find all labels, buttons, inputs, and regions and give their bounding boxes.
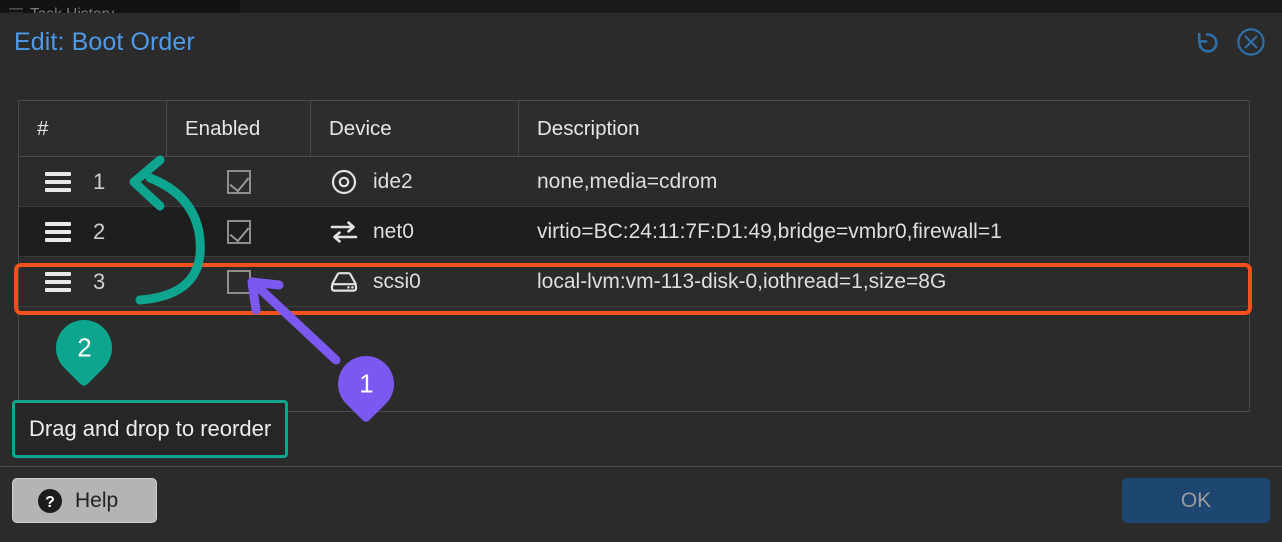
dialog-footer: ? Help OK: [0, 466, 1282, 542]
row-index-cell: 1: [19, 157, 167, 206]
device-name: net0: [373, 219, 414, 243]
dialog-header: Edit: Boot Order: [0, 13, 1282, 71]
svg-text:?: ?: [45, 494, 55, 511]
ok-label: OK: [1180, 488, 1212, 512]
row-index-cell: 3: [19, 257, 167, 306]
row-index-label: 2: [93, 218, 106, 244]
column-header-enabled[interactable]: Enabled: [167, 101, 311, 156]
harddisk-icon: [329, 267, 359, 297]
edit-boot-order-dialog: Edit: Boot Order # Enabled Device Descri…: [0, 13, 1282, 542]
row-enabled-cell: [167, 257, 311, 306]
table-header-row: # Enabled Device Description: [19, 101, 1249, 157]
row-enabled-cell: [167, 207, 311, 256]
column-header-index[interactable]: #: [19, 101, 167, 156]
boot-order-table: # Enabled Device Description 1 ide2 none…: [18, 100, 1250, 412]
close-circle-icon: [1237, 28, 1265, 56]
row-index-cell: 2: [19, 207, 167, 256]
reset-button[interactable]: [1192, 27, 1222, 57]
row-description: none,media=cdrom: [537, 169, 718, 193]
cdrom-icon: [329, 167, 359, 197]
dialog-header-tools: [1192, 27, 1266, 57]
drag-handle-icon[interactable]: [45, 221, 71, 242]
drag-handle-icon[interactable]: [45, 171, 71, 192]
row-enabled-cell: [167, 157, 311, 206]
enabled-checkbox[interactable]: [227, 169, 251, 194]
enabled-checkbox[interactable]: [227, 269, 251, 294]
row-description: virtio=BC:24:11:7F:D1:49,bridge=vmbr0,fi…: [537, 219, 1002, 243]
row-device-cell: scsi0: [311, 257, 519, 306]
row-device-cell: ide2: [311, 157, 519, 206]
close-button[interactable]: [1236, 27, 1266, 57]
screen: Task History Edit: Boot Order: [0, 0, 1282, 542]
question-circle-icon: ?: [38, 488, 62, 513]
column-header-device[interactable]: Device: [311, 101, 519, 156]
row-index-label: 1: [93, 168, 106, 194]
help-button[interactable]: ? Help: [12, 478, 157, 523]
row-device-cell: net0: [311, 207, 519, 256]
ok-button[interactable]: OK: [1122, 478, 1270, 523]
table-row[interactable]: 1 ide2 none,media=cdrom: [19, 157, 1249, 207]
dialog-title: Edit: Boot Order: [14, 27, 195, 56]
network-icon: [329, 217, 359, 247]
enabled-checkbox[interactable]: [227, 219, 251, 244]
column-header-description[interactable]: Description: [519, 101, 1249, 156]
row-description: local-lvm:vm-113-disk-0,iothread=1,size=…: [537, 269, 947, 293]
device-name: ide2: [373, 169, 413, 193]
row-index-label: 3: [93, 268, 106, 294]
drag-handle-icon[interactable]: [45, 271, 71, 292]
help-label: Help: [75, 488, 119, 512]
table-row[interactable]: 2 net0 virtio=BC:24:11:7F:D1:49,bridge=v…: [19, 207, 1249, 257]
undo-icon: [1197, 32, 1218, 53]
device-name: scsi0: [373, 269, 421, 293]
table-row[interactable]: 3 scsi0 local-lvm:vm-113-disk-0,iothread…: [19, 257, 1249, 307]
